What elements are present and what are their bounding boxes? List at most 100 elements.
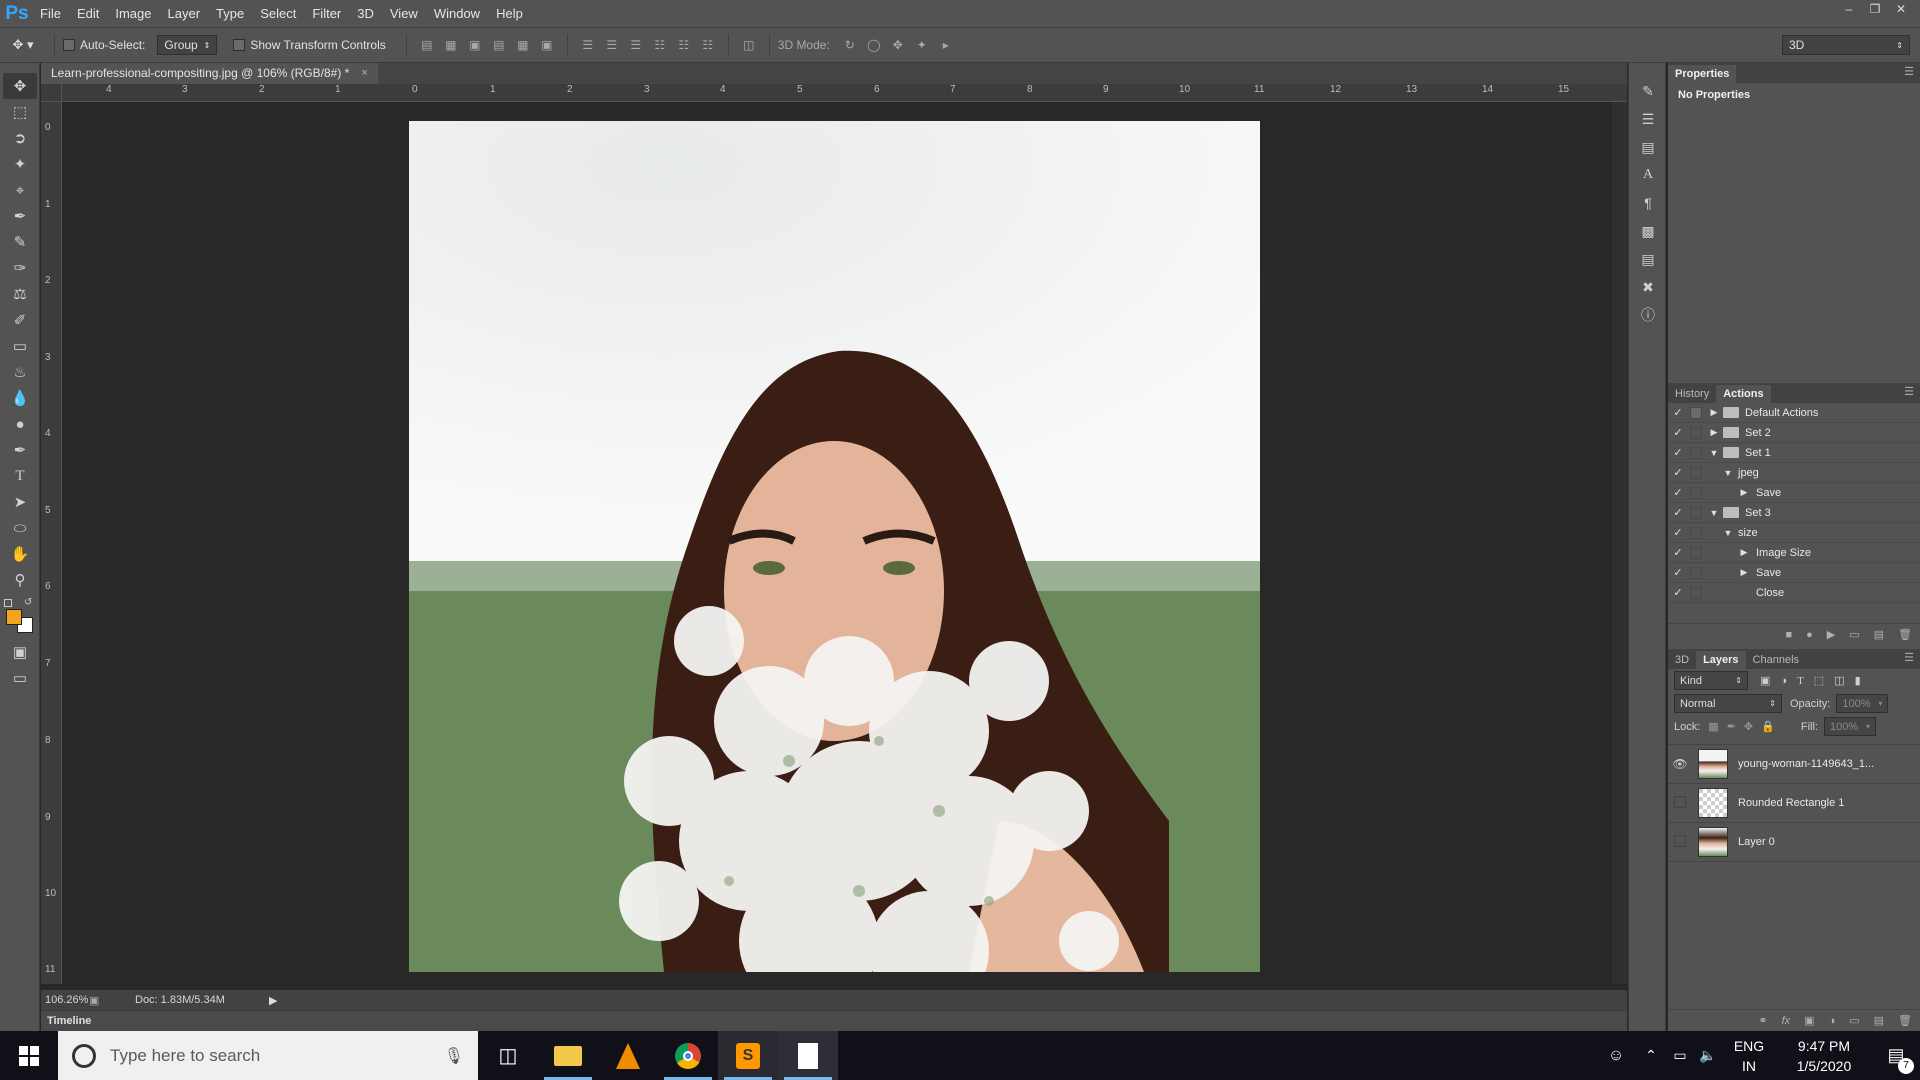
align-vertical-center-icon[interactable]: ▦ — [442, 36, 460, 54]
menu-image[interactable]: Image — [107, 0, 159, 27]
distribute-right-icon[interactable]: ☷ — [699, 36, 717, 54]
toggle-check-icon[interactable]: ✓ — [1668, 406, 1688, 419]
action-row[interactable]: ✓ ▶ Save — [1668, 563, 1920, 583]
filter-pixel-icon[interactable]: ▣ — [1760, 674, 1770, 687]
history-brush-tool-icon[interactable]: ✐ — [3, 307, 37, 333]
minimize-icon[interactable]: – — [1836, 0, 1862, 18]
tab-3d[interactable]: 3D — [1668, 651, 1696, 669]
paint-bucket-tool-icon[interactable]: ♨ — [3, 359, 37, 385]
close-icon[interactable]: ✕ — [1888, 0, 1914, 18]
character-icon[interactable]: A — [1635, 163, 1661, 187]
microphone-icon[interactable]: 🎙 — [444, 1046, 464, 1066]
crop-tool-icon[interactable]: ⌖ — [3, 177, 37, 203]
hand-tool-icon[interactable]: ✋ — [3, 541, 37, 567]
eyedropper-tool-icon[interactable]: ✒ — [3, 203, 37, 229]
close-tab-icon[interactable]: × — [361, 63, 367, 84]
dialog-toggle-icon[interactable] — [1690, 546, 1702, 559]
toggle-check-icon[interactable]: ✓ — [1668, 506, 1688, 519]
quick-mask-icon[interactable]: ▣ — [3, 639, 37, 665]
move-tool-icon[interactable]: ✥ — [3, 73, 37, 99]
clone-source-icon[interactable]: ▤ — [1635, 135, 1661, 159]
dialog-toggle-icon[interactable] — [1690, 486, 1702, 499]
clone-stamp-tool-icon[interactable]: ⚖ — [3, 281, 37, 307]
new-action-icon[interactable]: ▤ — [1874, 628, 1884, 641]
task-view-button[interactable]: ◫ — [478, 1031, 538, 1080]
expand-arrow-icon[interactable]: ▶ — [1738, 487, 1750, 498]
volume-icon[interactable]: 🔈 — [1694, 1047, 1722, 1064]
toggle-check-icon[interactable]: ✓ — [1668, 566, 1688, 579]
action-center-button[interactable]: ▤ 7 — [1872, 1031, 1920, 1080]
align-horizontal-center-icon[interactable]: ▦ — [514, 36, 532, 54]
move-tool-preset-icon[interactable]: ✥ ▾ — [0, 37, 46, 53]
ruler-origin[interactable] — [41, 84, 62, 102]
eraser-tool-icon[interactable]: ▭ — [3, 333, 37, 359]
zoom-level[interactable]: 106.26% — [45, 994, 89, 1006]
vlc-app[interactable] — [598, 1031, 658, 1080]
action-row[interactable]: ✓ ▼ Set 3 — [1668, 503, 1920, 523]
taskbar-search[interactable]: Type here to search 🎙 — [58, 1031, 478, 1080]
filter-adjustment-icon[interactable]: ◑ — [1780, 675, 1787, 687]
distribute-bottom-icon[interactable]: ☰ — [627, 36, 645, 54]
lock-position-icon[interactable]: ✥ — [1744, 720, 1753, 733]
shape-tool-icon[interactable]: ⬭ — [3, 515, 37, 541]
toggle-check-icon[interactable]: ✓ — [1668, 526, 1688, 539]
glyphs-icon[interactable]: ▤ — [1635, 247, 1661, 271]
document-app[interactable] — [778, 1031, 838, 1080]
tool-presets-icon[interactable]: ✖ — [1635, 275, 1661, 299]
3d-roll-icon[interactable]: ◯ — [865, 36, 883, 54]
expand-arrow-icon[interactable]: ▶ — [1738, 547, 1750, 558]
layer-row[interactable]: 👁 young-woman-1149643_1... — [1668, 745, 1920, 784]
toggle-check-icon[interactable]: ✓ — [1668, 546, 1688, 559]
action-row[interactable]: ✓ ▶ Image Size — [1668, 543, 1920, 563]
menu-view[interactable]: View — [382, 0, 426, 27]
chrome-app[interactable] — [658, 1031, 718, 1080]
action-row[interactable]: ✓ ▼ jpeg — [1668, 463, 1920, 483]
dialog-toggle-icon[interactable] — [1690, 566, 1702, 579]
distribute-hcenter-icon[interactable]: ☷ — [675, 36, 693, 54]
dialog-toggle-icon[interactable] — [1690, 446, 1702, 459]
align-bottom-icon[interactable]: ▣ — [466, 36, 484, 54]
language-indicator[interactable]: ENG IN — [1722, 1036, 1776, 1076]
file-explorer-app[interactable] — [538, 1031, 598, 1080]
record-icon[interactable]: ● — [1806, 629, 1813, 641]
align-left-icon[interactable]: ▤ — [490, 36, 508, 54]
layer-kind-filter[interactable]: Kind ⇕ — [1674, 671, 1748, 690]
filter-type-icon[interactable]: T — [1797, 675, 1804, 687]
layer-row[interactable]: Layer 0 — [1668, 823, 1920, 862]
adjustment-layer-icon[interactable]: ◑ — [1829, 1015, 1836, 1027]
play-icon[interactable]: ▶ — [1827, 628, 1835, 641]
info-icon[interactable]: ⓘ — [1635, 303, 1661, 327]
notes-icon[interactable]: ▩ — [1635, 219, 1661, 243]
horizontal-ruler[interactable]: 4 3 2 1 0 1 2 3 4 5 6 7 8 9 10 11 12 13 … — [62, 84, 1627, 102]
distribute-vcenter-icon[interactable]: ☰ — [603, 36, 621, 54]
restore-icon[interactable]: ❐ — [1862, 0, 1888, 18]
link-layers-icon[interactable]: ⚭ — [1758, 1014, 1767, 1027]
people-icon[interactable]: ☺ — [1596, 1047, 1636, 1065]
tab-properties[interactable]: Properties — [1668, 65, 1737, 83]
toggle-check-icon[interactable]: ✓ — [1668, 446, 1688, 459]
action-row[interactable]: ✓ ▼ size — [1668, 523, 1920, 543]
visibility-toggle[interactable] — [1668, 795, 1692, 811]
menu-3d[interactable]: 3D — [349, 0, 382, 27]
layer-row[interactable]: Rounded Rectangle 1 — [1668, 784, 1920, 823]
add-mask-icon[interactable]: ▣ — [1804, 1014, 1814, 1027]
swap-colors-icon[interactable]: ↺ — [24, 597, 32, 608]
auto-select-dropdown[interactable]: Group ⇕ — [157, 35, 218, 55]
collapse-arrow-icon[interactable]: ▼ — [1708, 508, 1720, 518]
marquee-tool-icon[interactable]: ⬚ — [3, 99, 37, 125]
align-right-icon[interactable]: ▣ — [538, 36, 556, 54]
path-selection-tool-icon[interactable]: ➤ — [3, 489, 37, 515]
tab-channels[interactable]: Channels — [1746, 651, 1806, 669]
menu-select[interactable]: Select — [252, 0, 304, 27]
menu-layer[interactable]: Layer — [160, 0, 209, 27]
blur-tool-icon[interactable]: 💧 — [3, 385, 37, 411]
menu-window[interactable]: Window — [426, 0, 488, 27]
battery-icon[interactable]: ▭ — [1666, 1047, 1694, 1064]
document-canvas-image[interactable] — [409, 121, 1260, 972]
dialog-toggle-icon[interactable] — [1690, 506, 1702, 519]
clock[interactable]: 9:47 PM 1/5/2020 — [1776, 1036, 1872, 1076]
3d-orbit-icon[interactable]: ↻ — [841, 36, 859, 54]
distribute-top-icon[interactable]: ☰ — [579, 36, 597, 54]
collapse-arrow-icon[interactable]: ▼ — [1722, 528, 1734, 538]
new-set-icon[interactable]: ▭ — [1849, 628, 1859, 641]
